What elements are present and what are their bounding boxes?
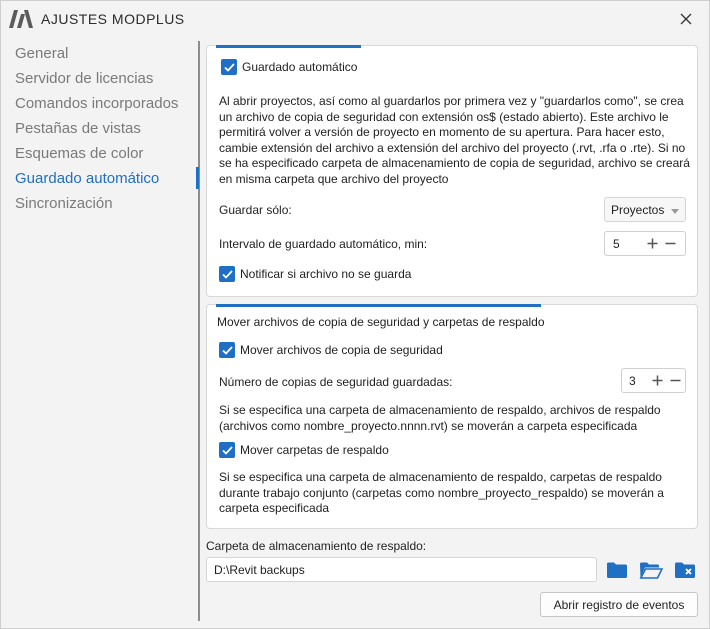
description-line: se ha especificado carpeta de almacenami… (219, 156, 690, 171)
interval-label: Intervalo de guardado automático, min: (219, 237, 428, 251)
sidebar-divider (198, 41, 200, 621)
increment-button[interactable] (643, 234, 661, 254)
backup-panel: Mover archivos de copia de seguridad y c… (206, 304, 698, 529)
storage-path-value: D:\Revit backups (214, 562, 305, 577)
open-event-log-button[interactable]: Abrir registro de eventos (540, 592, 698, 617)
clear-folder-button[interactable] (673, 559, 697, 581)
description-line: Al abrir proyectos, así como al guardarl… (219, 94, 684, 108)
storage-folder-label: Carpeta de almacenamiento de respaldo: (206, 539, 427, 553)
save-only-label: Guardar sólo: (219, 203, 292, 217)
description-line: cambie extensión del archivo a extensión… (219, 140, 686, 155)
sidebar-item-sync[interactable]: Sincronización (15, 193, 200, 218)
sidebar-item-builtin-commands[interactable]: Comandos incorporados (15, 93, 200, 118)
chevron-down-icon (671, 209, 679, 214)
notify-label: Notificar si archivo no se guarda (240, 267, 412, 281)
modplus-logo-icon (9, 10, 33, 28)
plus-icon (647, 238, 657, 249)
checkbox-checked-icon (219, 442, 235, 458)
title-bar: AJUSTES MODPLUS (1, 1, 709, 37)
open-folder-button[interactable] (639, 559, 663, 581)
move-folders-checkbox[interactable]: Mover carpetas de respaldo (219, 442, 389, 458)
backup-folders-description: Si se especifica una carpeta de almacena… (219, 470, 694, 517)
checkbox-checked-icon (219, 266, 235, 282)
save-only-value: Proyectos (611, 202, 665, 217)
increment-button[interactable] (648, 371, 666, 391)
save-only-select[interactable]: Proyectos (604, 197, 686, 222)
notify-checkbox[interactable]: Notificar si archivo no se guarda (219, 266, 411, 282)
minus-icon (665, 242, 675, 245)
panel-accent (216, 304, 541, 307)
window-title: AJUSTES MODPLUS (41, 11, 185, 27)
copies-stepper[interactable]: 3 (621, 368, 686, 393)
checkbox-checked-icon (219, 342, 235, 358)
storage-path-input[interactable]: D:\Revit backups (206, 557, 597, 582)
sidebar-nav: General Servidor de licencias Comandos i… (15, 43, 200, 218)
sidebar-item-autosave[interactable]: Guardado automático (15, 168, 200, 193)
close-icon (680, 13, 692, 25)
sidebar-item-color-schemes[interactable]: Esquemas de color (15, 143, 200, 168)
folder-remove-icon (675, 562, 695, 578)
select-folder-button[interactable] (605, 559, 629, 581)
description-line: permitirá volver a versión de proyecto e… (219, 125, 665, 140)
move-files-checkbox[interactable]: Mover archivos de copia de seguridad (219, 342, 443, 358)
sidebar-item-license-server[interactable]: Servidor de licencias (15, 68, 200, 93)
interval-stepper[interactable]: 5 (604, 231, 686, 256)
checkbox-checked-icon (221, 59, 237, 75)
description-line: Si se especifica una carpeta de almacena… (219, 403, 661, 417)
close-button[interactable] (671, 5, 701, 33)
backup-section-title: Mover archivos de copia de seguridad y c… (217, 315, 545, 329)
autosave-checkbox[interactable]: Guardado automático (221, 59, 357, 75)
sidebar-item-view-tabs[interactable]: Pestañas de vistas (15, 118, 200, 143)
minus-icon (670, 379, 680, 382)
autosave-description: Al abrir proyectos, así como al guardarl… (219, 94, 694, 188)
interval-value[interactable]: 5 (605, 237, 643, 251)
panel-accent (216, 45, 361, 48)
active-item-marker (196, 167, 199, 189)
decrement-button[interactable] (661, 234, 679, 254)
move-files-label: Mover archivos de copia de seguridad (240, 343, 443, 357)
autosave-panel: Guardado automático Al abrir proyectos, … (206, 45, 698, 297)
folder-icon (607, 562, 627, 578)
description-line: (archivos como nombre_proyecto.nnnn.rvt)… (219, 418, 638, 433)
description-line: carpeta especificada (219, 501, 330, 516)
description-line: durante trabajo conjunto (carpetas como … (219, 485, 664, 500)
autosave-label: Guardado automático (242, 60, 358, 74)
description-line: Si se especifica una carpeta de almacena… (219, 470, 662, 484)
plus-icon (652, 375, 662, 386)
description-line: un archivo de copia de seguridad con ext… (219, 109, 669, 124)
copies-value[interactable]: 3 (622, 374, 648, 388)
sidebar-item-general[interactable]: General (15, 43, 200, 68)
copies-label: Número de copias de seguridad guardadas: (219, 375, 453, 389)
backup-files-description: Si se especifica una carpeta de almacena… (219, 403, 694, 434)
settings-window: AJUSTES MODPLUS General Servidor de lice… (0, 0, 710, 629)
folder-open-icon (639, 562, 663, 579)
decrement-button[interactable] (666, 371, 684, 391)
move-folders-label: Mover carpetas de respaldo (240, 443, 389, 457)
description-line: en misma carpeta que archivo del proyect… (219, 171, 449, 186)
